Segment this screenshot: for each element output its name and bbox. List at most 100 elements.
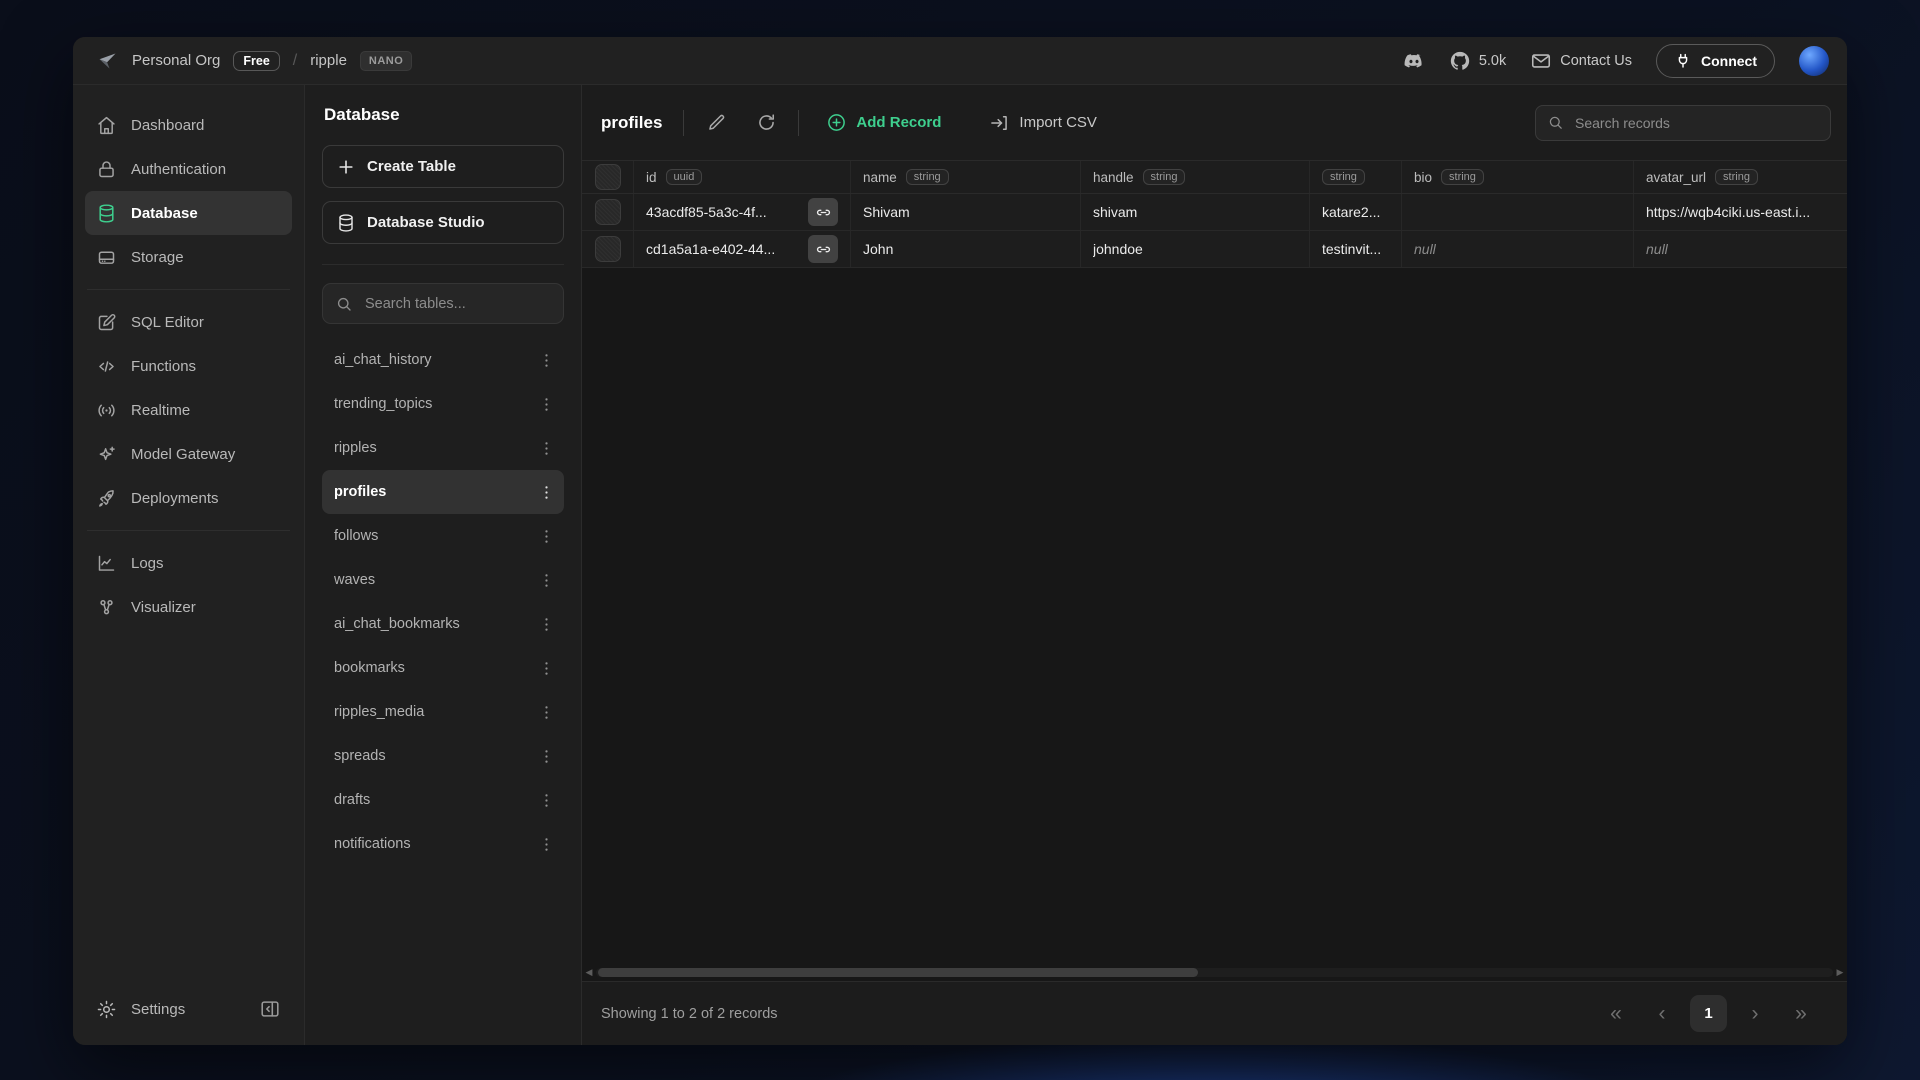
user-avatar[interactable] (1799, 46, 1829, 76)
table-name: spreads (334, 748, 386, 764)
table-list-item-ripples[interactable]: ripples (322, 426, 564, 470)
table-row: cd1a5a1a-e402-44...Johnjohndoetestinvit.… (582, 231, 1847, 268)
first-page-button[interactable]: « (1598, 996, 1634, 1032)
kebab-icon (532, 703, 560, 722)
cell-value: shivam (1093, 204, 1137, 220)
table-options-kebab-icon[interactable] (532, 390, 560, 418)
sidebar-item-authentication[interactable]: Authentication (85, 147, 292, 191)
kebab-icon (532, 483, 560, 502)
table-options-kebab-icon[interactable] (532, 830, 560, 858)
sidebar-item-database[interactable]: Database (85, 191, 292, 235)
mail-icon (1530, 50, 1552, 72)
kebab-icon (532, 835, 560, 854)
column-type-badge: uuid (666, 169, 703, 185)
connect-button[interactable]: Connect (1656, 44, 1775, 78)
table-options-kebab-icon[interactable] (532, 610, 560, 638)
cell-value: testinvit... (1322, 241, 1381, 257)
table-options-kebab-icon[interactable] (532, 566, 560, 594)
sidebar-item-sql-editor[interactable]: SQL Editor (85, 300, 292, 344)
edit-table-button[interactable] (705, 112, 727, 134)
sidebar-item-realtime[interactable]: Realtime (85, 388, 292, 432)
sidebar-item-storage[interactable]: Storage (85, 235, 292, 279)
table-options-kebab-icon[interactable] (532, 698, 560, 726)
scroll-right-arrow[interactable]: ▶ (1836, 968, 1844, 977)
column-name: bio (1414, 170, 1432, 185)
table-list-item-spreads[interactable]: spreads (322, 734, 564, 778)
scrollbar-thumb[interactable] (598, 968, 1198, 977)
sidebar-item-label: Logs (131, 555, 164, 572)
discord-icon[interactable] (1403, 50, 1425, 72)
records-search-input[interactable] (1573, 114, 1819, 132)
table-list-item-follows[interactable]: follows (322, 514, 564, 558)
table-options-kebab-icon[interactable] (532, 434, 560, 462)
search-icon (1547, 114, 1564, 131)
table-options-kebab-icon[interactable] (532, 786, 560, 814)
database-studio-button[interactable]: Database Studio (322, 201, 564, 244)
table-name: bookmarks (334, 660, 405, 676)
table-list-item-trending_topics[interactable]: trending_topics (322, 382, 564, 426)
row-checkbox[interactable] (595, 236, 621, 262)
foreign-key-link-icon[interactable] (808, 235, 838, 263)
column-name: handle (1093, 170, 1134, 185)
table-options-kebab-icon[interactable] (532, 478, 560, 506)
collapse-sidebar-button[interactable] (259, 998, 281, 1020)
table-list-item-notifications[interactable]: notifications (322, 822, 564, 866)
contact-us-link[interactable]: Contact Us (1530, 50, 1632, 72)
add-record-button[interactable]: Add Record (820, 111, 947, 134)
cell-id: 43acdf85-5a3c-4f... (634, 194, 851, 230)
select-all-checkbox[interactable] (595, 164, 621, 190)
table-list-item-bookmarks[interactable]: bookmarks (322, 646, 564, 690)
table-name: trending_topics (334, 396, 432, 412)
current-page-button[interactable]: 1 (1690, 995, 1727, 1032)
sidebar-item-settings[interactable]: Settings (85, 987, 292, 1031)
null-value: null (1646, 241, 1668, 257)
row-checkbox[interactable] (595, 199, 621, 225)
toolbar-divider (798, 110, 799, 136)
import-csv-button[interactable]: Import CSV (983, 112, 1103, 134)
sidebar-item-dashboard[interactable]: Dashboard (85, 103, 292, 147)
table-list-item-ai_chat_history[interactable]: ai_chat_history (322, 338, 564, 382)
table-options-kebab-icon[interactable] (532, 742, 560, 770)
table-list-item-ripples_media[interactable]: ripples_media (322, 690, 564, 734)
scrollbar-track[interactable] (596, 968, 1833, 977)
kebab-icon (532, 791, 560, 810)
link-icon (814, 240, 833, 259)
import-csv-label: Import CSV (1019, 114, 1097, 131)
sidebar-spacer (85, 629, 292, 987)
last-page-button[interactable]: » (1783, 996, 1819, 1032)
sidebar-item-deployments[interactable]: Deployments (85, 476, 292, 520)
table-options-kebab-icon[interactable] (532, 522, 560, 550)
table-list-item-waves[interactable]: waves (322, 558, 564, 602)
sparkles-icon (96, 444, 117, 465)
kebab-icon (532, 351, 560, 370)
github-link[interactable]: 5.0k (1449, 50, 1506, 72)
table-row: 43acdf85-5a3c-4f...Shivamshivamkatare2..… (582, 194, 1847, 231)
table-search-input[interactable] (363, 295, 551, 313)
create-table-button[interactable]: Create Table (322, 145, 564, 188)
column-type-badge: string (1441, 169, 1484, 185)
foreign-key-link-icon[interactable] (808, 198, 838, 226)
refresh-button[interactable] (755, 112, 777, 134)
org-name[interactable]: Personal Org (132, 52, 220, 69)
column-header-name: namestring (851, 161, 1081, 193)
scroll-left-arrow[interactable]: ◀ (585, 968, 593, 977)
table-list-item-ai_chat_bookmarks[interactable]: ai_chat_bookmarks (322, 602, 564, 646)
table-options-kebab-icon[interactable] (532, 654, 560, 682)
breadcrumb-separator: / (293, 52, 297, 70)
table-options-kebab-icon[interactable] (532, 346, 560, 374)
project-name[interactable]: ripple (310, 52, 347, 69)
sidebar-item-model-gateway[interactable]: Model Gateway (85, 432, 292, 476)
database-studio-label: Database Studio (367, 214, 485, 231)
column-type-badge: string (1322, 169, 1365, 185)
next-page-button[interactable]: › (1737, 996, 1773, 1032)
sidebar-item-logs[interactable]: Logs (85, 541, 292, 585)
sidebar-item-functions[interactable]: Functions (85, 344, 292, 388)
table-list-item-profiles[interactable]: profiles (322, 470, 564, 514)
sidebar-divider (87, 289, 290, 290)
code-icon (96, 356, 117, 377)
previous-page-button[interactable]: ‹ (1644, 996, 1680, 1032)
column-header-unnamed: string (1310, 161, 1402, 193)
sidebar-item-label: Storage (131, 249, 184, 266)
sidebar-item-visualizer[interactable]: Visualizer (85, 585, 292, 629)
table-list-item-drafts[interactable]: drafts (322, 778, 564, 822)
